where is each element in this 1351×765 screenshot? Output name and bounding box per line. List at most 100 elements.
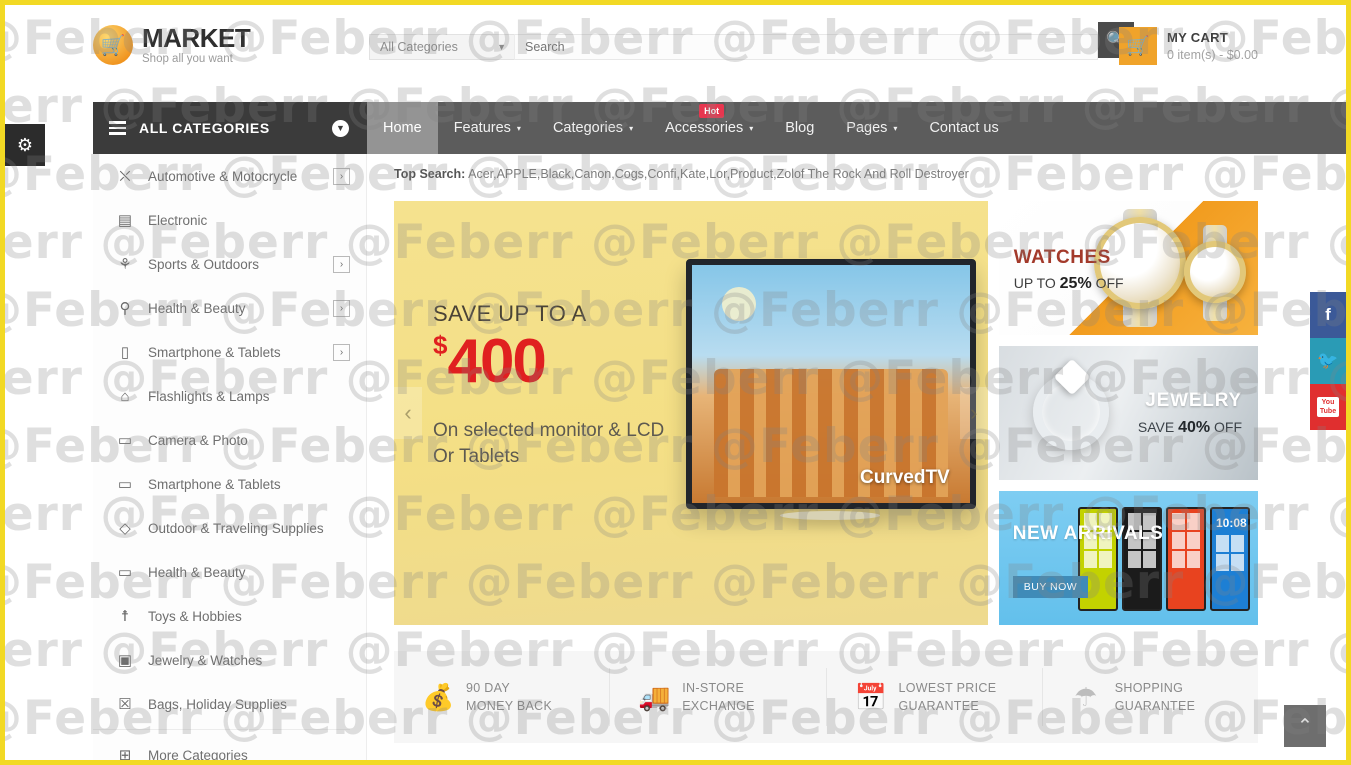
promo-banner-jewelry[interactable]: JEWELRY SAVE 40% OFF — [998, 346, 1258, 480]
nav-item-label: Accessories — [665, 120, 744, 136]
sidebar-item-smartphone-tablets[interactable]: ▯ Smartphone & Tablets › — [93, 330, 366, 374]
sidebar-item-outdoor-traveling-supplies[interactable]: ◇ Outdoor & Traveling Supplies — [93, 506, 366, 550]
nav-item-home[interactable]: Home — [367, 102, 438, 154]
photo-icon: ▣ — [117, 652, 133, 669]
sidebar-item-health-beauty[interactable]: ▭ Health & Beauty — [93, 550, 366, 594]
chevron-right-icon[interactable]: › — [333, 343, 350, 361]
sidebar-item-label: Jewelry & Watches — [148, 652, 263, 668]
service-money-back: 💰 90 DAY MONEY BACK — [394, 668, 609, 726]
gear-glyph: ⚙ — [16, 134, 34, 155]
chevron-right-icon[interactable]: › — [333, 299, 350, 317]
sidebar-item-electronic[interactable]: ▤ Electronic — [93, 198, 366, 242]
sidebar-item-more-categories[interactable]: ⊞ More Categories — [93, 733, 366, 763]
sidebar-item-jewelry-watches[interactable]: ▣ Jewelry & Watches — [93, 638, 366, 682]
sidebar-item-toys-hobbies[interactable]: ☨ Toys & Hobbies — [93, 594, 366, 638]
service-exchange: 🚚 IN-STORE EXCHANGE — [609, 668, 825, 726]
sidebar-item-label: Automotive & Motocrycle — [148, 168, 298, 184]
facebook-icon[interactable]: f — [1310, 292, 1346, 338]
all-categories-label: ALL CATEGORIES — [139, 120, 270, 136]
lamp-icon: ⌂ — [120, 387, 130, 405]
camera-icon: ▭ — [117, 432, 133, 449]
nav-item-categories[interactable]: Categories ▾ — [537, 102, 649, 154]
hero-headline: SAVE UP TO A — [433, 301, 587, 326]
car-icon: ⛌ — [119, 167, 131, 185]
cart-icon: 🛒 — [1118, 27, 1157, 65]
nav-item-features[interactable]: Features ▾ — [438, 102, 537, 154]
logo-title: MARKET — [142, 23, 251, 53]
service-line-2: EXCHANGE — [682, 699, 755, 713]
all-categories-button[interactable]: ALL CATEGORIES ▼ — [93, 102, 367, 154]
nav-item-label: Home — [383, 120, 422, 136]
service-text: LOWEST PRICE GUARANTEE — [899, 679, 997, 715]
sidebar-item-camera-photo[interactable]: ▭ Camera & Photo — [93, 418, 366, 462]
nav-item-accessories[interactable]: Hot Accessories ▾ — [649, 102, 769, 154]
gear-icon[interactable]: ⚙ — [5, 124, 45, 166]
service-text: IN-STORE EXCHANGE — [682, 679, 755, 715]
sidebar-item-label: Toys & Hobbies — [148, 608, 242, 624]
sidebar-item-smartphone-tablets[interactable]: ▭ Smartphone & Tablets — [93, 462, 366, 506]
promo-sub-strong: 25% — [1059, 275, 1092, 292]
sidebar-item-flashlights-lamps[interactable]: ⌂ Flashlights & Lamps — [93, 374, 366, 418]
calendar-icon: 📅 — [854, 681, 887, 712]
cart-summary: 0 item(s) - $0.00 — [1166, 48, 1258, 62]
sidebar-item-label: Electronic — [148, 212, 208, 228]
sidebar-item-automotive-motocrycle[interactable]: ⛌ Automotive & Motocrycle › — [93, 154, 366, 198]
promo-sub-suffix: OFF — [1091, 275, 1124, 291]
monitor-icon: ▭ — [117, 476, 133, 493]
search-category-value: All Categories — [380, 40, 458, 54]
nav-item-label: Contact us — [929, 120, 999, 136]
diamond-icon: ◇ — [119, 520, 131, 537]
top-search-label: Top Search: — [394, 167, 466, 181]
chevron-up-icon: ⌃ — [1297, 715, 1313, 737]
cart-text: MY CART 0 item(s) - $0.00 — [1167, 30, 1258, 62]
service-guarantee: ☂ SHOPPING GUARANTEE — [1041, 668, 1258, 726]
slider-prev-button[interactable]: ‹ — [394, 387, 422, 439]
bottle-icon: ⚲ — [119, 300, 131, 317]
gift-icon: ☒ — [118, 696, 132, 713]
sidebar-item-bags-holiday-supplies[interactable]: ☒ Bags, Holiday Supplies — [93, 682, 366, 726]
sidebar-item-label: Smartphone & Tablets — [148, 344, 281, 360]
buy-now-button[interactable]: BUY NOW — [1012, 576, 1089, 598]
chevron-right-icon[interactable]: › — [333, 255, 350, 273]
hamburger-icon — [109, 121, 126, 135]
nav-item-blog[interactable]: Blog — [769, 102, 830, 154]
sidebar-item-health-beauty[interactable]: ⚲ Health & Beauty › — [93, 286, 366, 330]
sidebar-item-label: More Categories — [148, 747, 248, 763]
sidebar-item-label: Sports & Outdoors — [148, 256, 260, 272]
laptop-icon: ▭ — [117, 564, 133, 581]
promo-banners: WATCHES UP TO 25% OFF JEWELRY SAVE 40% O… — [998, 201, 1258, 625]
promo-banner-new-arrivals[interactable]: 10:08 NEW ARRIVALS BUY NOW — [998, 491, 1258, 625]
sidebar-item-label: Flashlights & Lamps — [148, 388, 270, 404]
chevron-down-icon: ▾ — [893, 123, 898, 133]
service-line-1: IN-STORE — [682, 680, 745, 695]
search-category-select[interactable]: All Categories ▼ — [369, 34, 514, 60]
scroll-to-top-button[interactable]: ⌃ — [1284, 705, 1326, 747]
nav-items: Home Features ▾ Categories ▾ Hot Accessories ▾ B… — [367, 102, 1015, 154]
twitter-icon[interactable]: 🐦 — [1310, 338, 1346, 384]
sidebar-item-sports-outdoors[interactable]: ⚘ Sports & Outdoors › — [93, 242, 366, 286]
nav-item-pages[interactable]: Pages ▾ — [830, 102, 913, 154]
top-search-terms[interactable]: Acer,APPLE,Black,Canon,Cogs,Confi,Kate,L… — [468, 167, 969, 181]
slider-next-button[interactable]: › — [959, 387, 988, 439]
cart-widget[interactable]: 🛒 MY CART 0 item(s) - $0.00 — [1118, 27, 1258, 65]
content-row: SAVE UP TO A $400 On selected monitor & … — [394, 201, 1258, 625]
chevron-down-icon: ▾ — [749, 123, 754, 133]
hero-slider: SAVE UP TO A $400 On selected monitor & … — [394, 201, 988, 625]
torch-icon: ☨ — [120, 608, 130, 625]
service-line-2: GUARANTEE — [898, 699, 979, 713]
service-text: SHOPPING GUARANTEE — [1115, 679, 1196, 715]
promo-banner-watches[interactable]: WATCHES UP TO 25% OFF — [998, 201, 1258, 335]
sidebar-item-label: Health & Beauty — [148, 300, 246, 316]
site-logo[interactable]: 🛒 MARKET Shop all you want — [93, 23, 251, 66]
search-input[interactable] — [514, 34, 1098, 60]
chevron-right-icon[interactable]: › — [333, 167, 350, 185]
sidebar-item-label: Health & Beauty — [148, 564, 246, 580]
search-bar: All Categories ▼ 🔍 — [369, 22, 1134, 60]
phone-icon: ▯ — [120, 344, 130, 361]
watch-face — [1184, 241, 1246, 303]
category-sidebar: ⛌ Automotive & Motocrycle › ▤ Electronic ⚘ Spo… — [93, 154, 367, 760]
chevron-down-icon: ▾ — [516, 123, 521, 133]
main-navigation: ALL CATEGORIES ▼ Home Features ▾ Categories… — [93, 102, 1346, 154]
nav-item-contact-us[interactable]: Contact us — [913, 102, 1014, 154]
youtube-icon[interactable]: You Tube — [1310, 384, 1346, 430]
